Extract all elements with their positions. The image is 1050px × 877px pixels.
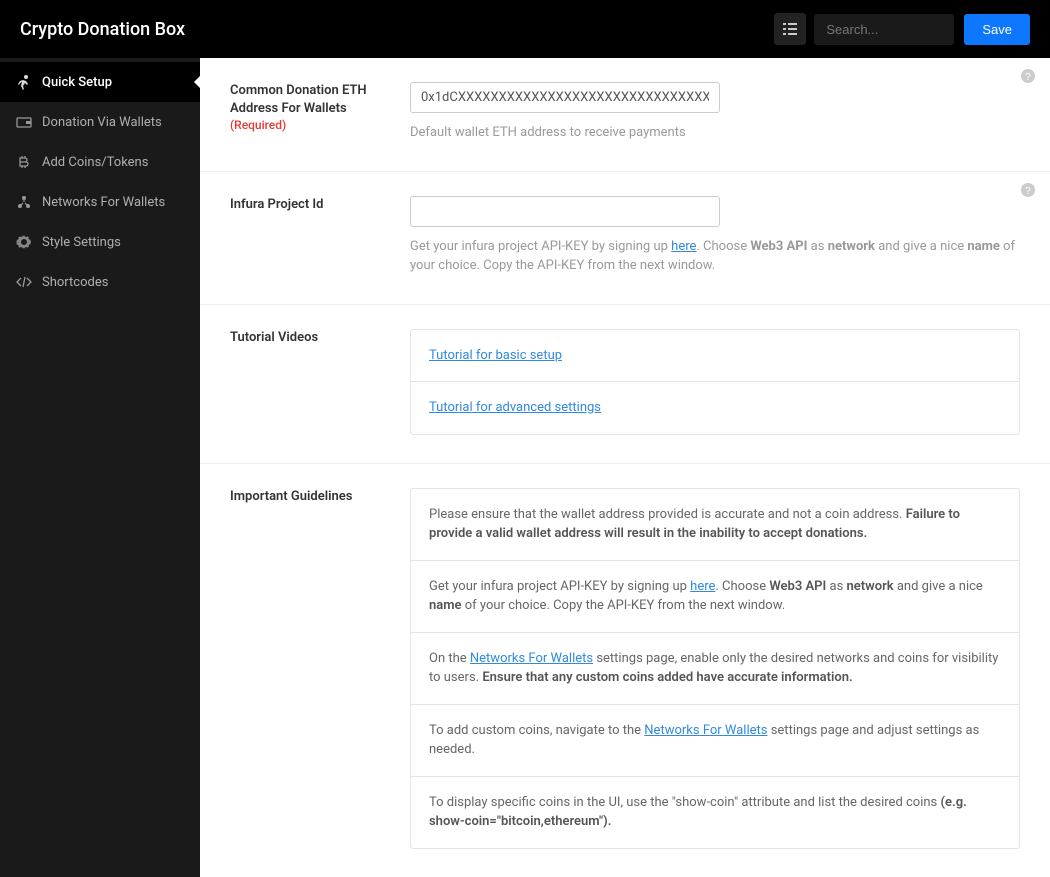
sidebar-item-label: Shortcodes — [42, 275, 108, 290]
sidebar-item-quick-setup[interactable]: Quick Setup — [0, 62, 200, 102]
field-label: Infura Project Id — [230, 196, 394, 214]
app-title: Crypto Donation Box — [20, 19, 774, 40]
sidebar-item-label: Donation Via Wallets — [42, 115, 162, 130]
save-button[interactable]: Save — [964, 14, 1030, 45]
list-item: Please ensure that the wallet address pr… — [411, 489, 1019, 561]
tutorial-basic-link[interactable]: Tutorial for basic setup — [429, 348, 562, 363]
section-guidelines: Important Guidelines Please ensure that … — [200, 464, 1050, 877]
main-content: ? Common Donation ETH Address For Wallet… — [200, 58, 1050, 877]
sidebar-item-label: Style Settings — [42, 235, 121, 250]
sidebar-item-shortcodes[interactable]: Shortcodes — [0, 262, 200, 302]
eth-address-input[interactable] — [410, 82, 720, 113]
helper-text: Default wallet ETH address to receive pa… — [410, 123, 1020, 143]
help-icon[interactable]: ? — [1020, 68, 1036, 84]
sidebar-item-add-coins[interactable]: Add Coins/Tokens — [0, 142, 200, 182]
networks-for-wallets-link[interactable]: Networks For Wallets — [644, 723, 767, 738]
section-infura: ? Infura Project Id Get your infura proj… — [200, 172, 1050, 305]
networks-for-wallets-link[interactable]: Networks For Wallets — [470, 651, 593, 666]
network-icon — [16, 194, 32, 210]
sidebar-item-style-settings[interactable]: Style Settings — [0, 222, 200, 262]
field-label: Important Guidelines — [230, 488, 394, 506]
tutorials-list: Tutorial for basic setup Tutorial for ad… — [410, 329, 1020, 435]
search-input[interactable] — [814, 14, 954, 45]
guidelines-list: Please ensure that the wallet address pr… — [410, 488, 1020, 849]
code-icon — [16, 274, 32, 290]
sidebar-item-label: Add Coins/Tokens — [42, 155, 148, 170]
help-icon[interactable]: ? — [1020, 182, 1036, 198]
svg-text:?: ? — [1025, 186, 1031, 197]
sidebar-item-label: Networks For Wallets — [42, 195, 165, 210]
app-header: Crypto Donation Box Save — [0, 0, 1050, 58]
field-label: Tutorial Videos — [230, 329, 394, 347]
gear-icon — [16, 234, 32, 250]
run-icon — [16, 74, 32, 90]
infura-id-input[interactable] — [410, 196, 720, 227]
svg-text:?: ? — [1025, 72, 1031, 83]
panel-icon — [782, 21, 798, 37]
list-item: Tutorial for basic setup — [411, 330, 1019, 383]
sidebar: Quick Setup Donation Via Wallets Add Coi… — [0, 58, 200, 877]
list-item: Tutorial for advanced settings — [411, 382, 1019, 434]
list-item: To display specific coins in the UI, use… — [411, 777, 1019, 848]
bitcoin-icon — [16, 154, 32, 170]
list-item: To add custom coins, navigate to the Net… — [411, 705, 1019, 777]
field-label: Common Donation ETH Address For Wallets — [230, 82, 394, 118]
sidebar-item-networks[interactable]: Networks For Wallets — [0, 182, 200, 222]
sidebar-item-donation-via-wallets[interactable]: Donation Via Wallets — [0, 102, 200, 142]
infura-signup-link[interactable]: here — [671, 239, 696, 254]
helper-text: Get your infura project API-KEY by signi… — [410, 237, 1020, 276]
panel-toggle-button[interactable] — [774, 13, 806, 45]
infura-signup-link[interactable]: here — [690, 579, 715, 594]
required-text: (Required) — [230, 118, 394, 132]
list-item: Get your infura project API-KEY by signi… — [411, 561, 1019, 633]
sidebar-item-label: Quick Setup — [42, 75, 112, 90]
list-item: On the Networks For Wallets settings pag… — [411, 633, 1019, 705]
wallet-icon — [16, 114, 32, 130]
tutorial-advanced-link[interactable]: Tutorial for advanced settings — [429, 400, 601, 415]
section-eth-address: ? Common Donation ETH Address For Wallet… — [200, 58, 1050, 172]
section-tutorials: Tutorial Videos Tutorial for basic setup… — [200, 305, 1050, 464]
